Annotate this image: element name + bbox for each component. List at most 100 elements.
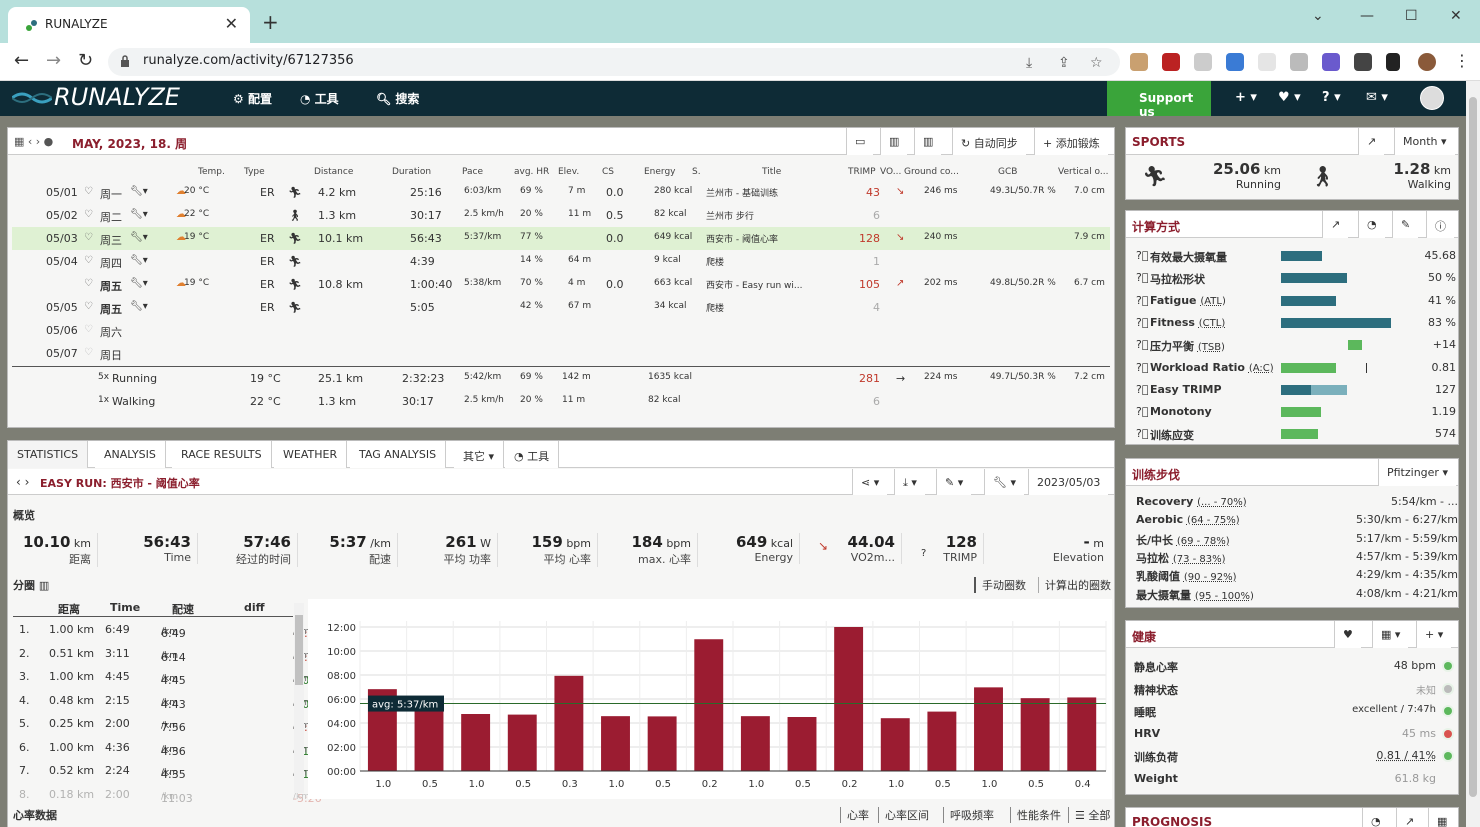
- lap-row[interactable]: 7.0.52 km2:244:35/km+1:02/km: [13, 760, 327, 783]
- extension-icon[interactable]: [1130, 53, 1148, 71]
- calendar-nav-icons[interactable]: ▦ ‹ › ●: [14, 135, 53, 148]
- row-tools-icon[interactable]: 🔧︎▾: [130, 209, 148, 220]
- auto-sync-button[interactable]: ↻ 自动同步: [952, 128, 1026, 155]
- add-menu-icon[interactable]: + ▾: [1235, 90, 1257, 105]
- prognosis-calc-icon[interactable]: ▦: [1428, 808, 1456, 827]
- trimp-help-icon[interactable]: ?: [921, 548, 926, 559]
- profile-avatar-icon[interactable]: [1418, 53, 1436, 71]
- calendar-row[interactable]: 05/01 ♡ 周一 🔧︎▾ ☁ 🏃︎ 20 °C ER 4.2 km 25:16 6:03/km 6…: [12, 181, 1110, 204]
- laps-scrollbar[interactable]: [294, 603, 304, 793]
- extension-pen-icon[interactable]: [1194, 53, 1212, 71]
- cal-col-header[interactable]: GCB: [998, 167, 1017, 177]
- fitness-edit-icon[interactable]: ✎: [1392, 211, 1419, 238]
- health-row[interactable]: 精神状态 未知: [1134, 678, 1456, 700]
- extension-gear-icon[interactable]: [1258, 53, 1276, 71]
- row-tools-icon[interactable]: 🔧︎▾: [130, 301, 148, 312]
- fitness-row[interactable]: ?⃝ 有效最大摄氧量 45.68: [1136, 245, 1456, 267]
- health-row[interactable]: 训练负荷 0.81 / 41%: [1134, 745, 1456, 767]
- calendar-row[interactable]: 05/06 ♡ 周六: [12, 319, 1110, 342]
- fitness-info-icon[interactable]: ⓘ: [1426, 211, 1454, 238]
- fitness-gauge-icon[interactable]: ◔: [1358, 211, 1385, 238]
- fitness-row[interactable]: ?⃝ 压力平衡 (TSB) +14: [1136, 334, 1456, 356]
- activity-tab[interactable]: RACE RESULTS: [172, 441, 272, 468]
- cal-col-header[interactable]: Energy: [644, 167, 676, 177]
- mail-menu-icon[interactable]: ✉ ▾: [1366, 90, 1388, 105]
- calendar-view-icon[interactable]: ▭: [846, 128, 874, 155]
- user-avatar[interactable]: [1420, 86, 1444, 110]
- health-heart-icon[interactable]: ♥: [1334, 621, 1361, 648]
- health-row[interactable]: HRV 45 ms: [1134, 723, 1456, 745]
- tab-search-icon[interactable]: ⌄: [1312, 8, 1324, 24]
- omnibox[interactable]: runalyze.com/activity/67127356 ⤓ ⇪ ☆: [108, 48, 1120, 76]
- nav-tools[interactable]: ◔ 工具: [300, 90, 339, 107]
- extension-ublock-icon[interactable]: [1162, 53, 1180, 71]
- share-icon[interactable]: ⇪: [1058, 55, 1070, 71]
- manual-laps-link[interactable]: 手动圈数: [974, 577, 1026, 593]
- close-window-icon[interactable]: ✕: [1450, 8, 1462, 24]
- prognosis-gauge-icon[interactable]: ◔: [1362, 808, 1389, 827]
- cal-col-header[interactable]: Vertical o...: [1058, 167, 1108, 177]
- cal-col-header[interactable]: Type: [244, 167, 265, 177]
- computed-laps-link[interactable]: 计算出的圈数: [1038, 577, 1111, 593]
- extension-bus-icon[interactable]: [1226, 53, 1244, 71]
- chart-link[interactable]: 性能条件: [1010, 807, 1061, 823]
- forward-icon[interactable]: →: [46, 51, 61, 71]
- sidebar-icon[interactable]: [1386, 53, 1400, 71]
- activity-tab[interactable]: WEATHER: [274, 441, 348, 468]
- lap-row[interactable]: 2.0.51 km3:116:14/km-0:37/km: [13, 643, 322, 666]
- cal-col-header[interactable]: Pace: [462, 167, 483, 177]
- calendar-row[interactable]: ♡ 周五 🔧︎▾ ☁ 🏃︎ 19 °C ER 10.8 km 1:00:40 5:38/km 70 …: [12, 273, 1110, 296]
- extension-v-icon[interactable]: [1290, 53, 1308, 71]
- nav-config[interactable]: ⚙ 配置: [233, 90, 272, 107]
- runalyze-logo[interactable]: RUNALYZE: [54, 83, 180, 111]
- lap-row[interactable]: 5.0.25 km2:007:56/km-2:19/km: [13, 713, 322, 736]
- cal-col-header[interactable]: VO...: [880, 167, 901, 177]
- lap-row[interactable]: 3.1.00 km4:454:45/km+0:52/km: [13, 666, 327, 689]
- chrome-menu-icon[interactable]: ⋮: [1454, 51, 1470, 71]
- calendar-row[interactable]: 05/02 ♡ 周二 🔧︎▾ ☁ 🚶︎ 22 °C 1.3 km 30:17 2.5 km/h 20…: [12, 204, 1110, 227]
- help-menu-icon[interactable]: ? ▾: [1322, 90, 1341, 105]
- activity-tab[interactable]: ◔ 工具: [505, 441, 560, 468]
- maximize-icon[interactable]: ☐: [1405, 8, 1418, 24]
- cal-col-header[interactable]: Temp.: [198, 167, 225, 177]
- install-icon[interactable]: ⤓: [1026, 55, 1032, 71]
- calendar-row[interactable]: 05/07 ♡ 周日: [12, 342, 1110, 365]
- edit-activity-icon[interactable]: ✎ ▾: [936, 469, 972, 495]
- cal-col-header[interactable]: avg. HR: [514, 167, 549, 177]
- extension-grid-icon[interactable]: [1322, 53, 1340, 71]
- week-chart-icon[interactable]: ▥: [880, 128, 908, 155]
- sports-period-select[interactable]: Month ▾: [1394, 128, 1455, 155]
- fitness-chart-icon[interactable]: ↗: [1322, 211, 1349, 238]
- health-row[interactable]: Weight 61.8 kg: [1134, 768, 1456, 790]
- tab-close-icon[interactable]: ✕: [225, 14, 238, 33]
- health-menu-icon[interactable]: ♥ ▾: [1278, 90, 1301, 105]
- minimize-icon[interactable]: —: [1360, 8, 1374, 24]
- cal-col-header[interactable]: Ground co...: [904, 167, 959, 177]
- fitness-row[interactable]: ?⃝ 马拉松形状 50 %: [1136, 267, 1456, 289]
- fitness-row[interactable]: ?⃝ Easy TRIMP 127: [1136, 379, 1456, 401]
- lap-row[interactable]: 4.0.48 km2:154:43/km+0:54/km: [13, 690, 327, 713]
- health-add-icon[interactable]: + ▾: [1416, 621, 1452, 648]
- back-icon[interactable]: ←: [14, 51, 29, 71]
- calendar-row[interactable]: 05/05 ♡ 周五 🔧︎▾ 🏃︎ ER 5:05 42 % 67 m 34 kcal 爬楼 4: [12, 296, 1110, 319]
- cal-col-header[interactable]: Title: [762, 167, 781, 177]
- chart-link[interactable]: 心率: [840, 807, 869, 823]
- laps-scrollbar-thumb[interactable]: [295, 615, 303, 685]
- lap-row[interactable]: 8. 0.18 km 2:00 11:03/km -5:26/km: [13, 784, 322, 807]
- page-scrollbar-thumb[interactable]: [1469, 97, 1477, 797]
- new-tab-icon[interactable]: +: [262, 12, 279, 32]
- fitness-row[interactable]: ?⃝ Fitness (CTL) 83 %: [1136, 312, 1456, 334]
- calendar-row[interactable]: 05/04 ♡ 周四 🔧︎▾ 🏃︎ ER 4:39 14 % 64 m 9 kcal 爬楼 1: [12, 250, 1110, 273]
- activity-nav-icons[interactable]: ‹ ›: [16, 475, 29, 489]
- extensions-puzzle-icon[interactable]: [1354, 53, 1372, 71]
- share-activity-icon[interactable]: ⋖ ▾: [852, 469, 888, 495]
- chart-link[interactable]: ☰ 全部: [1068, 807, 1110, 823]
- activity-tab[interactable]: TAG ANALYSIS: [350, 441, 447, 468]
- pace-plan-select[interactable]: Pfitzinger ▾: [1378, 459, 1456, 486]
- tools-activity-icon[interactable]: 🔧︎ ▾: [984, 469, 1024, 495]
- row-tools-icon[interactable]: 🔧︎▾: [130, 278, 148, 289]
- fitness-row[interactable]: ?⃝ Workload Ratio (A:C) 0.81: [1136, 357, 1456, 379]
- row-tools-icon[interactable]: 🔧︎▾: [130, 232, 148, 243]
- cal-col-header[interactable]: CS: [602, 167, 614, 177]
- calendar-row[interactable]: 05/03 ♡ 周三 🔧︎▾ ☁ 🏃︎ 19 °C ER 10.1 km 56:43 5:37/km…: [12, 227, 1110, 250]
